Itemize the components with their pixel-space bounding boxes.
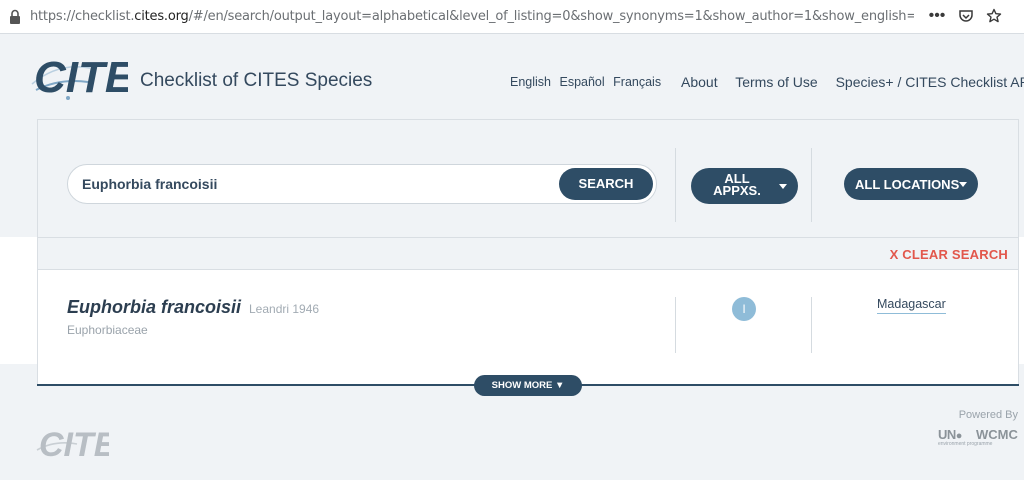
search-panel: SEARCH ALL APPXS. ALL LOCATIONS [37, 119, 1019, 237]
nav-terms-of-use[interactable]: Terms of Use [735, 74, 817, 90]
footer-cites-logo: CITES [36, 426, 109, 464]
show-more-button[interactable]: SHOW MORE ▼ [474, 375, 582, 396]
species-author: Leandri 1946 [249, 302, 320, 316]
locations-dropdown[interactable]: ALL LOCATIONS [844, 168, 978, 200]
divider [675, 297, 676, 353]
appendices-dropdown[interactable]: ALL APPXS. [691, 168, 798, 204]
divider [811, 297, 812, 353]
footer-logo-text: CITES [39, 426, 109, 464]
lock-icon [10, 9, 20, 24]
locations-label: ALL LOCATIONS [855, 177, 960, 192]
cites-logo[interactable]: CITES [30, 48, 128, 104]
nav-api[interactable]: Species+ / CITES Checklist API [836, 74, 1024, 90]
species-name[interactable]: Euphorbia francoisii [67, 297, 241, 318]
un-environment-subtext: environment programme [938, 441, 993, 447]
url-actions: ••• [928, 7, 1002, 25]
caret-down-icon [779, 184, 787, 189]
clear-search-button[interactable]: X CLEAR SEARCH [890, 247, 1008, 262]
url-field[interactable]: https://checklist.cites.org/#/en/search/… [30, 9, 914, 24]
divider [811, 148, 812, 222]
clear-bar: X CLEAR SEARCH [38, 237, 1018, 270]
divider [675, 148, 676, 222]
species-family: Euphorbiaceae [67, 323, 148, 337]
nav-about[interactable]: About [681, 74, 718, 90]
lang-espanol[interactable]: Español [559, 75, 604, 89]
search-input[interactable] [82, 176, 542, 192]
appendices-label-line2: APPXS. [713, 183, 761, 198]
search-box: SEARCH [67, 164, 657, 204]
location-link[interactable]: Madagascar [877, 297, 946, 314]
wcmc-logo: WCMC [976, 427, 1018, 442]
star-icon[interactable] [986, 8, 1002, 24]
top-nav: About Terms of Use Species+ / CITES Chec… [681, 74, 1024, 90]
url-suffix: /#/en/search/output_layout=alphabetical&… [188, 9, 914, 24]
more-actions-icon[interactable]: ••• [928, 7, 946, 25]
logo-text: CITES [34, 53, 128, 102]
search-button[interactable]: SEARCH [559, 168, 653, 200]
site-header: CITES Checklist of CITES Species English… [0, 34, 1024, 120]
appendix-badge[interactable]: I [732, 297, 756, 321]
url-domain: cites.org [134, 9, 189, 24]
language-switcher: English Español Français [510, 75, 665, 89]
powered-by: Powered By [958, 409, 1018, 421]
appendices-label: ALL APPXS. [707, 172, 767, 198]
site-title[interactable]: Checklist of CITES Species [140, 70, 372, 92]
browser-url-bar: https://checklist.cites.org/#/en/search/… [0, 0, 1024, 34]
caret-down-icon [959, 182, 967, 187]
pocket-icon[interactable] [958, 8, 974, 24]
url-prefix: https://checklist. [30, 9, 135, 24]
results-panel: X CLEAR SEARCH Euphorbia francoisii Lean… [37, 237, 1019, 385]
partner-logos[interactable]: UN● WCMC environment programme [938, 427, 1020, 455]
un-environment-logo: UN● [938, 427, 962, 442]
lang-english[interactable]: English [510, 75, 551, 89]
un-text: UN [938, 427, 956, 442]
lang-francais[interactable]: Français [613, 75, 661, 89]
